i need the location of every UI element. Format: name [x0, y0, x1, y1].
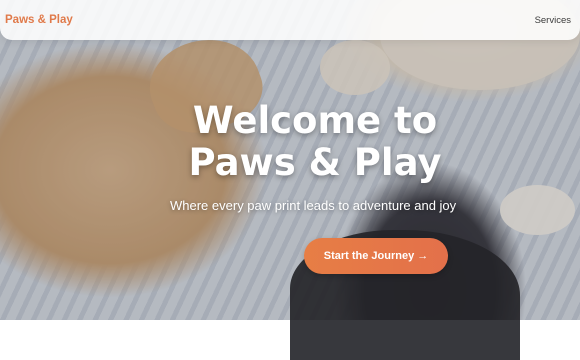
top-navbar: Paws & Play Services: [0, 0, 580, 40]
brand-logo[interactable]: Paws & Play: [5, 14, 73, 26]
start-journey-button[interactable]: Start the Journey →: [304, 238, 448, 274]
paw-photo-region: [320, 40, 390, 95]
hero-content: Welcome to Paws & Play Where every paw p…: [0, 99, 580, 214]
hero-title: Welcome to Paws & Play: [188, 99, 442, 184]
hero-subtitle: Where every paw print leads to adventure…: [170, 198, 457, 213]
nav-link-services[interactable]: Services: [535, 15, 571, 26]
